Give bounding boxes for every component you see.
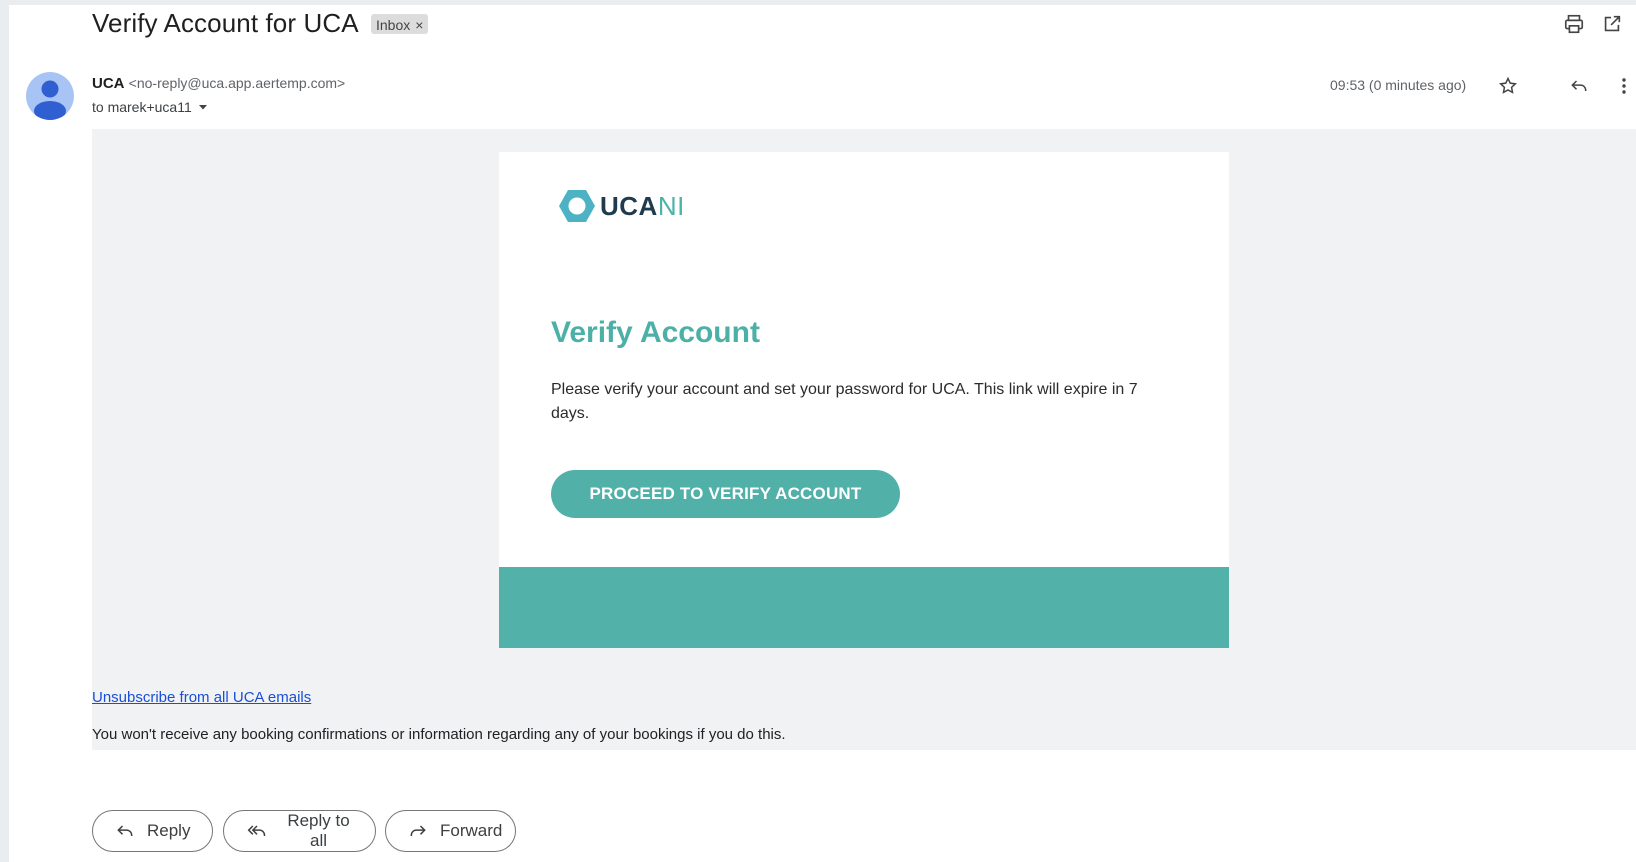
card-footer-band bbox=[499, 567, 1229, 648]
email-body: UCANI Verify Account Please verify your … bbox=[92, 129, 1636, 750]
sender-avatar[interactable] bbox=[26, 72, 74, 120]
reply-all-icon bbox=[246, 821, 268, 841]
reply-all-label: Reply to all bbox=[287, 811, 350, 850]
recipient-line: to marek+uca11 bbox=[92, 99, 210, 115]
remove-label-icon[interactable]: × bbox=[415, 17, 423, 33]
sender-line: UCA <no-reply@uca.app.aertemp.com> bbox=[92, 75, 345, 92]
inbox-label-chip[interactable]: Inbox × bbox=[371, 14, 429, 34]
forward-button[interactable]: Forward bbox=[385, 810, 516, 852]
reply-icon[interactable] bbox=[1567, 74, 1591, 98]
email-card: UCANI Verify Account Please verify your … bbox=[499, 152, 1229, 648]
verify-text: Please verify your account and set your … bbox=[551, 381, 1138, 422]
print-icon[interactable] bbox=[1562, 12, 1586, 36]
unsubscribe-note: You won't receive any booking confirmati… bbox=[92, 726, 786, 743]
dropdown-icon[interactable] bbox=[196, 100, 210, 114]
message-time: 09:53 (0 minutes ago) bbox=[1330, 77, 1467, 93]
logo-wordmark: UCANI bbox=[600, 190, 685, 221]
reply-all-button[interactable]: Reply to all bbox=[223, 810, 376, 852]
hexagon-logo-icon bbox=[559, 190, 595, 222]
reply-button[interactable]: Reply bbox=[92, 810, 213, 852]
sender-email: <no-reply@uca.app.aertemp.com> bbox=[128, 75, 346, 91]
forward-label: Forward bbox=[440, 821, 503, 840]
verify-title: Verify Account bbox=[551, 316, 760, 349]
email-subject: Verify Account for UCA bbox=[92, 8, 359, 38]
forward-icon bbox=[408, 821, 428, 841]
star-icon[interactable] bbox=[1496, 74, 1520, 98]
reply-label: Reply bbox=[147, 821, 191, 840]
open-in-new-icon[interactable] bbox=[1600, 12, 1624, 36]
verify-account-button[interactable]: PROCEED TO VERIFY ACCOUNT bbox=[551, 470, 900, 518]
unsubscribe-link[interactable]: Unsubscribe from all UCA emails bbox=[92, 689, 311, 706]
inbox-label-text: Inbox bbox=[376, 16, 411, 33]
sender-name[interactable]: UCA bbox=[92, 75, 125, 92]
more-vert-icon[interactable] bbox=[1612, 74, 1636, 98]
recipient-text: to marek+uca11 bbox=[92, 99, 192, 115]
reply-icon bbox=[115, 821, 135, 841]
ucani-logo: UCANI bbox=[557, 186, 685, 226]
